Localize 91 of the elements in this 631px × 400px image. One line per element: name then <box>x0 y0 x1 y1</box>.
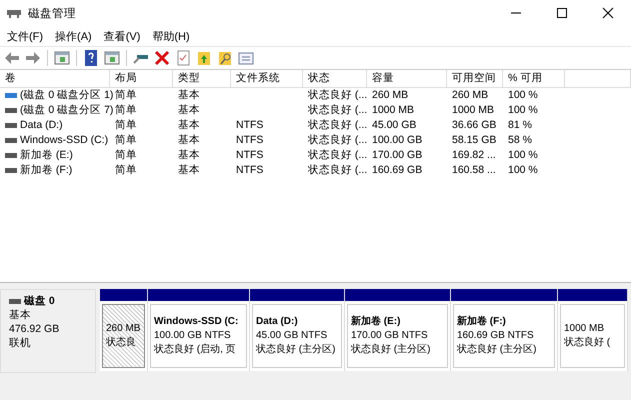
partition-status: 状态良好 (启动, 页 <box>154 343 237 357</box>
table-cell-text: 58 % <box>507 133 533 148</box>
table-cell-text: 基本 <box>177 103 201 118</box>
table-cell-text: 基本 <box>177 133 201 148</box>
menu-item[interactable]: 操作(A) <box>50 28 97 44</box>
column-header[interactable]: 可用空间 <box>447 70 503 87</box>
table-cell-text: 100.00 GB <box>371 133 424 148</box>
table-cell-text: 简单 <box>114 118 138 133</box>
column-header[interactable]: 类型 <box>173 70 231 87</box>
delete-icon[interactable] <box>153 49 171 67</box>
partition-size: 45.00 GB NTFS <box>256 329 328 343</box>
table-cell-text: 1000 MB <box>371 103 416 118</box>
table-cell-text: 100 % <box>507 88 539 103</box>
disk-type: 基本 <box>9 308 32 322</box>
table-cell-text: 169.82 ... <box>451 148 497 163</box>
table-cell-text: NTFS <box>235 163 264 178</box>
table-cell-text: NTFS <box>235 118 264 133</box>
table-cell-text: 45.00 GB <box>371 118 418 133</box>
table-cell: Windows-SSD (C:) <box>20 133 108 148</box>
partition-name: Windows-SSD (C: <box>154 315 240 329</box>
table-cell-text: 基本 <box>177 148 201 163</box>
table-cell-text: 160.58 ... <box>451 163 497 178</box>
partition-block[interactable]: Data (D:) 45.00 GB NTFS 状态良好 (主分区) <box>252 304 342 368</box>
table-cell-text: 260 MB <box>371 88 410 103</box>
table-cell-text: 170.00 GB <box>371 148 424 163</box>
table-cell-text: 160.69 GB <box>371 163 424 178</box>
table-cell-text: 状态良好 (... <box>307 133 367 148</box>
table-cell: Data (D:) <box>20 118 63 133</box>
panel-icon[interactable] <box>53 49 71 67</box>
partition-block[interactable]: Windows-SSD (C: 100.00 GB NTFS 状态良好 (启动, 页 <box>150 304 247 368</box>
disk-status: 联机 <box>9 336 32 350</box>
partition-status: 状态良好 (主分区) <box>256 343 336 357</box>
table-cell-text: NTFS <box>235 148 264 163</box>
partition-status: 状态良 <box>106 336 137 350</box>
partition-block[interactable]: 260 MB 状态良 <box>102 304 145 368</box>
partition-status: 状态良好 ( <box>564 336 612 350</box>
partition-size: 170.00 GB NTFS <box>351 329 429 343</box>
table-cell: (磁盘 0 磁盘分区 7) <box>20 103 114 118</box>
menu-item[interactable]: 文件(F) <box>2 28 48 44</box>
partition-size: 160.69 GB NTFS <box>457 329 535 343</box>
window-title: 磁盘管理 <box>28 6 77 20</box>
table-cell-text: 基本 <box>177 118 201 133</box>
disk-size: 476.92 GB <box>9 322 60 336</box>
column-header[interactable]: % 可用 <box>503 70 565 87</box>
partition-status: 状态良好 (主分区) <box>457 343 538 357</box>
panel-icon[interactable] <box>103 49 121 67</box>
partition-size: 1000 MB <box>564 322 606 336</box>
table-cell-text: 基本 <box>177 88 201 103</box>
partition-size: 100.00 GB NTFS <box>154 329 232 343</box>
disk-name: 磁盘 0 <box>24 294 55 308</box>
table-cell-text: 状态良好 (... <box>307 163 367 178</box>
partition-block[interactable]: 1000 MB 状态良好 ( <box>560 304 625 368</box>
table-cell: 新加卷 (F:) <box>20 163 72 178</box>
column-header[interactable]: 卷 <box>0 70 110 87</box>
forward-arrow-icon[interactable] <box>24 49 42 67</box>
column-header[interactable]: 容量 <box>367 70 447 87</box>
table-cell-text: 100 % <box>507 103 539 118</box>
table-cell-text: 状态良好 (... <box>307 103 367 118</box>
table-cell-text: NTFS <box>235 133 264 148</box>
menu-item[interactable]: 帮助(H) <box>147 28 195 44</box>
disk-drive-icon <box>6 7 22 19</box>
partition-status: 状态良好 (主分区) <box>351 343 432 357</box>
table-cell: (磁盘 0 磁盘分区 1) <box>20 88 114 103</box>
partition-block[interactable]: 新加卷 (F:) 160.69 GB NTFS 状态良好 (主分区) <box>453 304 555 368</box>
table-cell-text: 状态良好 (... <box>307 148 367 163</box>
table-cell-text: 81 % <box>507 118 533 133</box>
help-icon[interactable] <box>82 49 100 67</box>
disk-label-panel[interactable]: 磁盘 0 基本 476.92 GB 联机 <box>0 289 96 373</box>
table-cell-text: 1000 MB <box>451 103 496 118</box>
table-cell-text: 简单 <box>114 133 138 148</box>
table-cell-text: 36.66 GB <box>451 118 498 133</box>
table-cell-text: 100 % <box>507 163 539 178</box>
table-cell: 新加卷 (E:) <box>20 148 73 163</box>
table-cell-text: 简单 <box>114 163 138 178</box>
column-header[interactable]: 文件系统 <box>231 70 303 87</box>
table-cell-text: 100 % <box>507 148 539 163</box>
menu-item[interactable]: 查看(V) <box>98 28 146 44</box>
partition-name: 新加卷 (F:) <box>457 315 507 329</box>
partition-name: 新加卷 (E:) <box>351 315 402 329</box>
table-cell-text: 简单 <box>114 148 138 163</box>
table-cell-text: 基本 <box>177 163 201 178</box>
partition-name: Data (D:) <box>256 315 299 329</box>
partition-block[interactable]: 新加卷 (E:) 170.00 GB NTFS 状态良好 (主分区) <box>347 304 448 368</box>
partition-size: 260 MB <box>106 322 141 336</box>
folder-search-icon[interactable] <box>216 49 234 67</box>
column-header[interactable]: 布局 <box>110 70 173 87</box>
table-cell-text: 58.15 GB <box>451 133 498 148</box>
table-cell-text: 状态良好 (... <box>307 118 367 133</box>
table-cell-text: 状态良好 (... <box>307 88 367 103</box>
table-cell-text: 260 MB <box>451 88 490 103</box>
column-header[interactable]: 状态 <box>303 70 367 87</box>
